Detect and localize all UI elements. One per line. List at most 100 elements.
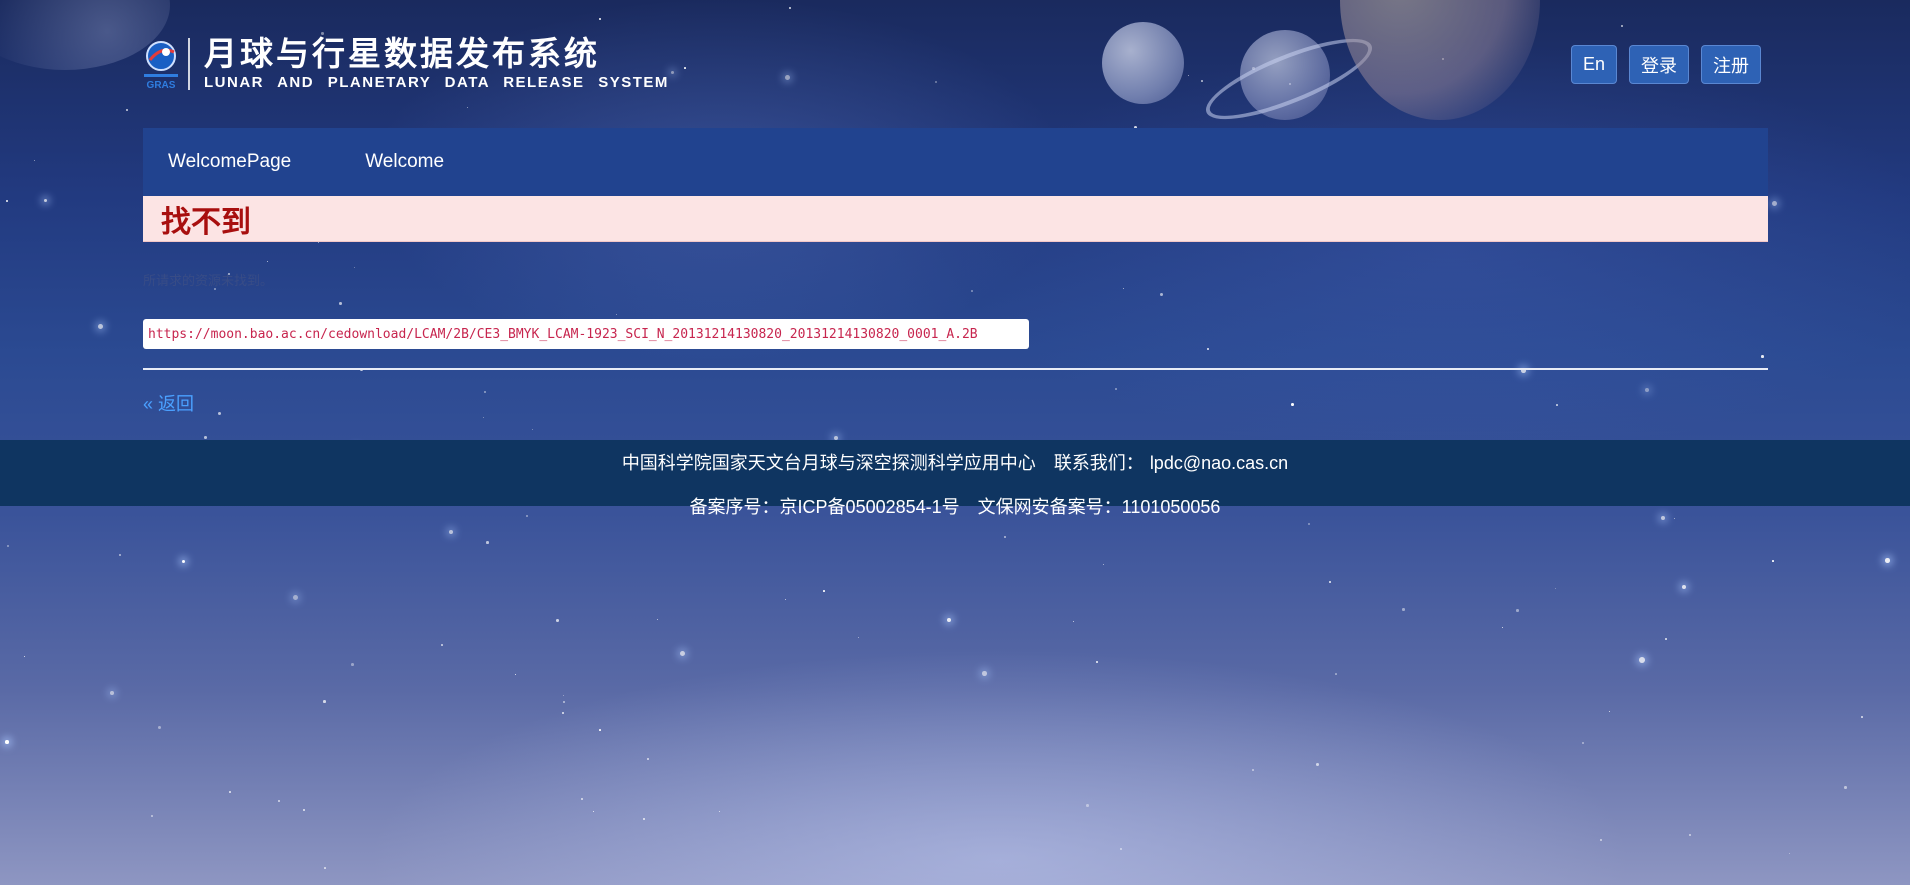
requested-url-box: https://moon.bao.ac.cn/cedownload/LCAM/2… [143,319,1029,349]
star-decoration [785,75,791,81]
language-button[interactable]: En [1570,45,1617,84]
star-decoration [351,663,354,666]
star-decoration [616,314,618,316]
star-decoration [1682,585,1686,589]
footer-contact-email[interactable]: lpdc@nao.cas.cn [1150,453,1288,473]
star-decoration [562,712,565,715]
breadcrumb-nav: WelcomePage Welcome [143,128,1768,196]
error-banner: 找不到 [143,196,1768,242]
star-decoration [467,107,469,109]
star-decoration [1665,638,1667,640]
star-decoration [823,590,825,592]
star-decoration [1621,25,1624,28]
star-decoration [563,701,566,704]
star-decoration [1861,716,1863,718]
login-button[interactable]: 登录 [1629,45,1689,84]
star-decoration [5,740,9,744]
star-decoration [98,324,104,330]
star-decoration [581,798,584,801]
star-decoration [1609,711,1611,713]
footer-security[interactable]: 文保网安备案号：1101050056 [978,497,1221,517]
star-decoration [486,541,489,544]
star-decoration [1086,804,1089,807]
star-decoration [1600,839,1603,842]
star-decoration [982,671,987,676]
star-decoration [204,436,207,439]
star-decoration [1252,769,1254,771]
star-decoration [324,867,326,869]
error-description: 所请求的资源未找到。 [143,273,274,288]
star-decoration [680,651,686,657]
star-decoration [1844,786,1847,789]
star-decoration [1096,661,1099,664]
star-decoration [1582,742,1585,745]
footer-icp[interactable]: 备案序号：京ICP备05002854-1号 [690,497,960,517]
star-decoration [44,199,48,203]
nav-item-welcome[interactable]: Welcome [365,151,444,173]
star-decoration [1308,523,1311,526]
footer-line-icp: 备案序号：京ICP备05002854-1号 文保网安备案号：1101050056 [0,493,1910,519]
logo-title-en: LUNAR AND PLANETARY DATA RELEASE SYSTEM [204,74,669,91]
star-decoration [1329,581,1332,584]
star-decoration [647,758,650,761]
star-decoration [599,729,601,731]
star-decoration [643,818,646,821]
nav-item-welcomepage[interactable]: WelcomePage [168,151,291,173]
logo-mark-text: GRAS [147,80,176,90]
star-decoration [278,800,281,803]
star-decoration [293,595,298,600]
star-decoration [1188,75,1189,76]
star-decoration [218,412,221,415]
star-decoration [593,811,595,813]
star-decoration [1291,403,1294,406]
star-decoration [515,674,517,676]
star-decoration [1073,621,1075,623]
star-decoration [110,691,114,695]
star-decoration [1207,348,1210,351]
star-decoration [1160,293,1163,296]
star-decoration [267,261,269,263]
error-title: 找不到 [161,205,251,239]
gras-logo-icon: GRAS [142,38,180,91]
star-decoration [119,554,122,557]
star-decoration [1103,564,1105,566]
star-decoration [1123,288,1125,290]
star-decoration [785,599,787,601]
back-link[interactable]: « 返回 [143,390,194,416]
star-decoration [323,700,326,703]
star-decoration [532,429,534,431]
star-decoration [151,815,153,817]
star-decoration [1316,763,1319,766]
star-decoration [1201,80,1203,82]
footer-contact-label: 联系我们： [1053,453,1144,473]
star-decoration [126,109,128,111]
star-decoration [449,530,454,535]
star-decoration [935,81,938,84]
planet-decoration [1340,0,1540,120]
planet-decoration [1102,22,1184,104]
star-decoration [34,160,35,161]
star-decoration [684,67,686,69]
star-decoration [339,302,342,305]
star-decoration [858,637,859,638]
footer-line-org: 中国科学院国家天文台月球与深空探测科学应用中心 联系我们： lpdc@nao.cas… [0,449,1910,475]
logo-divider [188,37,190,90]
star-decoration [563,695,565,697]
star-decoration [303,809,305,811]
register-button[interactable]: 注册 [1701,45,1761,84]
requested-url: https://moon.bao.ac.cn/cedownload/LCAM/2… [148,326,978,342]
star-decoration [1555,588,1557,590]
site-logo[interactable]: GRAS 月球与行星数据发布系统 LUNAR AND PLANETARY DAT… [142,36,669,91]
star-decoration [229,791,231,793]
star-decoration [1689,834,1692,837]
star-decoration [354,267,356,269]
footer-org: 中国科学院国家天文台月球与深空探测科学应用中心 [621,453,1036,473]
star-decoration [7,545,9,547]
logo-title-cn: 月球与行星数据发布系统 [204,35,600,72]
star-decoration [441,644,443,646]
star-decoration [1402,608,1405,611]
star-decoration [6,200,9,203]
header-buttons: En 登录 注册 [1570,45,1761,84]
star-decoration [719,811,721,813]
star-decoration [1885,558,1890,563]
